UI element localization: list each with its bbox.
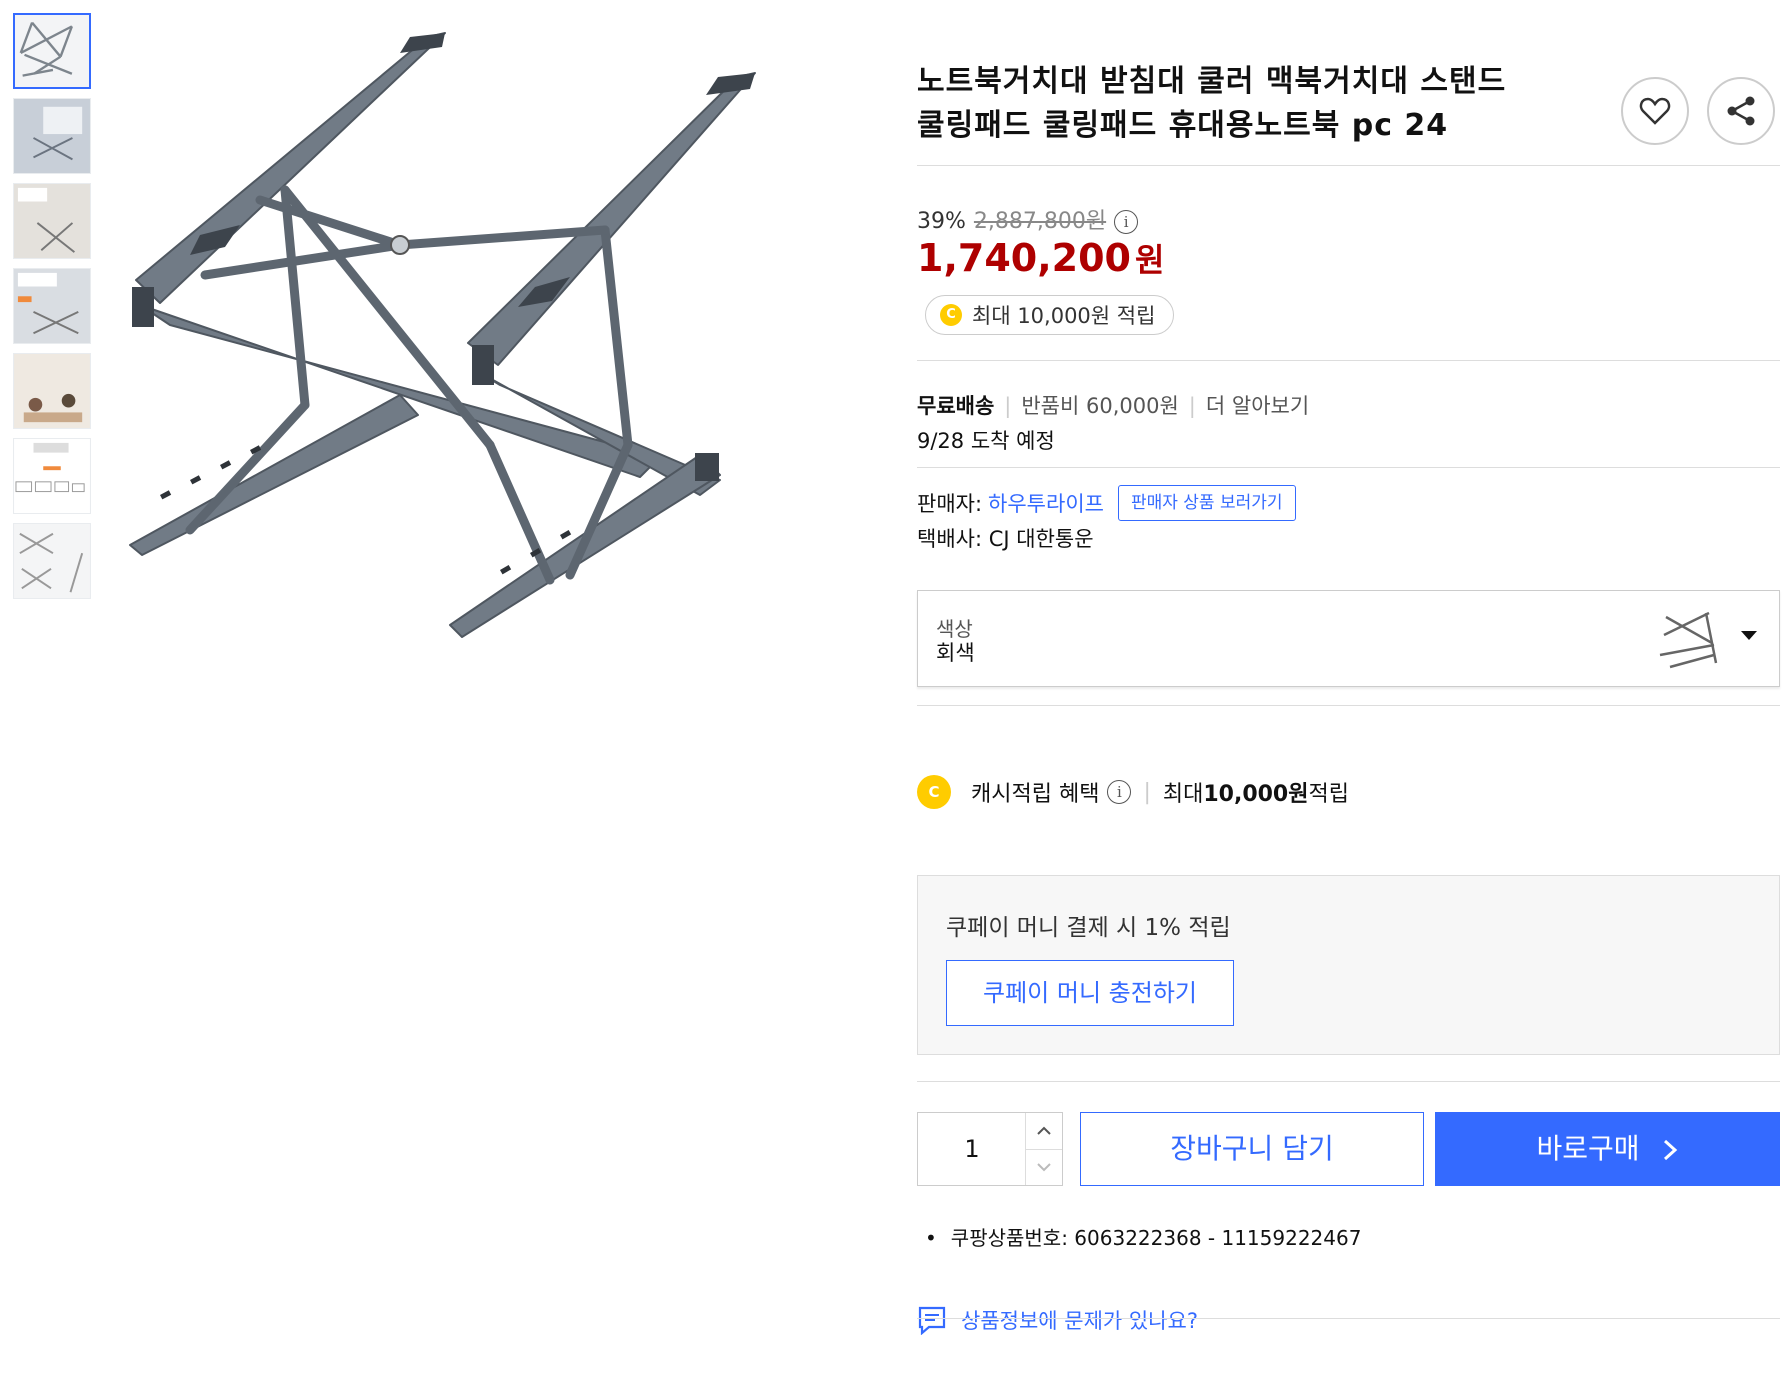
cash-benefit-row: C 캐시적립 혜택 i | 최대 10,000원 적립 <box>917 775 1349 809</box>
thumbnail-2[interactable] <box>13 98 91 174</box>
option-thumbnail <box>1659 611 1718 669</box>
arrival-date: 9/28 도착 예정 <box>917 429 1055 453</box>
return-fee: 반품비 60,000원 <box>1021 394 1179 418</box>
caret-down-icon <box>1741 631 1757 640</box>
quantity-input[interactable]: 1 <box>918 1113 1026 1185</box>
cash-reward-badge: C 최대 10,000원 적립 <box>925 295 1175 335</box>
thumbnail-1[interactable] <box>13 13 91 89</box>
chevron-right-icon <box>1664 1139 1678 1161</box>
add-to-cart-button[interactable]: 장바구니 담기 <box>1080 1112 1424 1186</box>
cash-benefit-label: 캐시적립 혜택 <box>971 782 1100 807</box>
product-title-line-1: 노트북거치대 받침대 쿨러 맥북거치대 스탠드 <box>917 64 1507 99</box>
coin-icon: C <box>917 775 951 809</box>
product-title-line-2: 쿨링패드 쿨링패드 휴대용노트북 pc 24 <box>917 108 1449 143</box>
share-icon <box>1727 96 1755 126</box>
learn-more-link[interactable]: 더 알아보기 <box>1206 394 1309 418</box>
divider <box>917 1318 1780 1319</box>
shipping-row: 무료배송 | 반품비 60,000원 | 더 알아보기 <box>917 390 1309 420</box>
buy-now-button[interactable]: 바로구매 <box>1435 1112 1780 1186</box>
divider <box>917 705 1780 706</box>
courier-name: CJ 대한통운 <box>988 527 1094 551</box>
heart-icon <box>1639 97 1671 125</box>
divider <box>917 467 1780 468</box>
seller-products-button[interactable]: 판매자 상품 보러가기 <box>1117 485 1296 521</box>
coupay-charge-button[interactable]: 쿠페이 머니 충전하기 <box>946 960 1234 1026</box>
chat-icon <box>918 1306 946 1335</box>
seller-row: 판매자: 하우투라이프 판매자 상품 보러가기 <box>917 485 1296 521</box>
thumbnail-3[interactable] <box>13 183 91 259</box>
cash-benefit-amount: 10,000원 <box>1203 782 1309 807</box>
wishlist-button[interactable] <box>1621 77 1689 145</box>
separator: | <box>1004 394 1012 418</box>
share-button[interactable] <box>1707 77 1775 145</box>
thumbnail-5[interactable] <box>13 353 91 429</box>
coupay-box: 쿠페이 머니 결제 시 1% 적립 쿠페이 머니 충전하기 <box>917 875 1780 1055</box>
coupay-reward-text: 쿠페이 머니 결제 시 1% 적립 <box>946 915 1231 941</box>
info-icon[interactable]: i <box>1114 210 1139 234</box>
quantity-stepper: 1 <box>917 1112 1063 1186</box>
price-value: 1,740,200 <box>917 236 1131 280</box>
quantity-decrease-button[interactable] <box>1025 1149 1062 1185</box>
original-price: 2,887,800원 <box>973 209 1107 234</box>
color-option-select[interactable]: 색상 회색 <box>917 590 1780 687</box>
divider <box>917 1081 1780 1082</box>
thumbnail-list <box>13 13 93 608</box>
sale-price: 1,740,200 원 <box>917 235 1164 281</box>
report-issue-link[interactable]: 상품정보에 문제가 있나요? <box>917 1305 1198 1335</box>
separator: | <box>1188 394 1196 418</box>
quantity-increase-button[interactable] <box>1025 1113 1062 1150</box>
coin-icon: C <box>940 304 962 326</box>
courier-label: 택배사: <box>917 527 983 551</box>
info-icon[interactable]: i <box>1107 780 1132 804</box>
report-issue-text: 상품정보에 문제가 있나요? <box>961 1309 1199 1333</box>
price-unit: 원 <box>1134 241 1165 279</box>
separator: | <box>1143 779 1151 805</box>
free-shipping-label: 무료배송 <box>917 394 995 418</box>
seller-name-link[interactable]: 하우투라이프 <box>988 488 1104 518</box>
cash-benefit-prefix: 최대 <box>1162 782 1204 807</box>
divider <box>917 360 1780 361</box>
chevron-up-icon <box>1037 1126 1051 1135</box>
discount-row: 39% 2,887,800원 i <box>917 203 1139 235</box>
cash-benefit-suffix: 적립 <box>1308 782 1349 807</box>
product-main-image <box>129 32 756 638</box>
product-title: 노트북거치대 받침대 쿨러 맥북거치대 스탠드 쿨링패드 쿨링패드 휴대용노트북… <box>917 60 1597 148</box>
chevron-down-icon <box>1037 1163 1051 1172</box>
thumbnail-6[interactable] <box>13 438 91 514</box>
discount-rate: 39% <box>917 209 966 234</box>
courier-row: 택배사: CJ 대한통운 <box>917 523 1094 553</box>
divider <box>917 165 1780 166</box>
cash-reward-text: 최대 10,000원 적립 <box>972 304 1156 328</box>
buy-now-label: 바로구매 <box>1536 1132 1640 1165</box>
thumbnail-4[interactable] <box>13 268 91 344</box>
option-value: 회색 <box>936 641 975 665</box>
product-id: 쿠팡상품번호: 6063222368 - 11159222467 <box>925 1222 1362 1251</box>
seller-label: 판매자: <box>917 492 983 516</box>
thumbnail-7[interactable] <box>13 523 91 599</box>
